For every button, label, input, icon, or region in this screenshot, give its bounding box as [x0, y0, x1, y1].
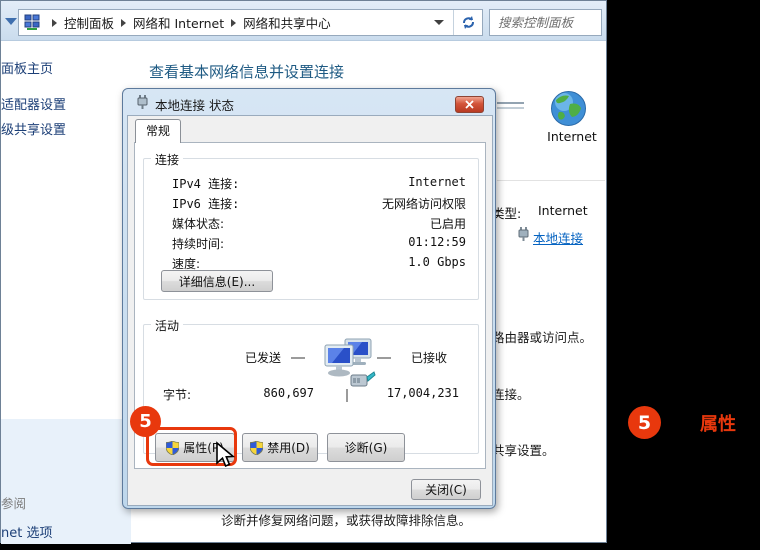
refresh-button[interactable]	[453, 10, 482, 35]
access-type-label: 类型:	[492, 203, 521, 222]
bytes-sent-value: 860,697	[234, 386, 314, 400]
connection-plug-icon	[518, 227, 529, 241]
disable-button-label: 禁用(D)	[267, 439, 310, 456]
screenshot-root: 控制面板 网络和 Internet 网络和共享中心	[0, 0, 760, 550]
activity-group-label: 活动	[151, 317, 183, 334]
step-badge-on-dialog: 5	[130, 406, 161, 437]
row-value-ipv6: 无网络访问权限	[382, 195, 466, 212]
local-connection-link[interactable]: 本地连接	[533, 228, 583, 247]
network-map-line	[497, 107, 524, 109]
row-value-media-state: 已启用	[430, 215, 466, 232]
row-value-duration: 01:12:59	[408, 235, 466, 249]
tab-page-general: 连接 IPv4 连接: Internet IPv6 连接: 无网络访问权限 媒体状态…	[134, 142, 486, 469]
refresh-icon	[461, 15, 476, 30]
tab-general[interactable]: 常规	[135, 119, 181, 143]
connection-groupbox: 连接 IPv4 连接:Internet IPv6 连接:无网络访问权限 媒体状态…	[143, 158, 479, 300]
connection-plug-icon	[137, 95, 148, 109]
uac-shield-icon	[250, 441, 263, 455]
row-label-duration: 持续时间:	[172, 235, 224, 252]
row-label-ipv6: IPv6 连接:	[172, 195, 239, 212]
search-input[interactable]: 搜索控制面板	[489, 9, 602, 36]
bytes-received-value: 17,004,231	[379, 386, 459, 400]
connector-dash	[377, 357, 391, 359]
bytes-label: 字节:	[163, 386, 191, 403]
text-connect-sliver: 连接。	[492, 384, 530, 403]
connection-group-label: 连接	[151, 151, 183, 168]
section-divider	[497, 180, 605, 181]
nav-history-chevron-icon[interactable]	[5, 18, 17, 25]
step-badge-callout: 5	[628, 406, 661, 439]
breadcrumb-arrow-icon	[121, 19, 126, 27]
value-divider	[346, 389, 348, 402]
text-router-sliver: 路由器或访问点。	[492, 327, 592, 346]
diagnose-button[interactable]: 诊断(G)	[327, 433, 405, 462]
breadcrumb-arrow-icon	[231, 19, 236, 27]
internet-node-label: Internet	[544, 129, 600, 144]
received-label: 已接收	[411, 349, 447, 366]
diagnose-button-label: 诊断(G)	[345, 439, 388, 456]
address-bar[interactable]: 控制面板 网络和 Internet 网络和共享中心	[18, 9, 483, 36]
connector-dash	[291, 357, 305, 359]
close-button[interactable]	[455, 96, 484, 113]
sidebar: 面板主页 适配器设置 级共享设置 参阅 net 选项	[1, 42, 131, 544]
breadcrumb-control-panel[interactable]: 控制面板	[64, 13, 114, 32]
network-center-icon	[24, 14, 41, 31]
sidebar-item-sharing-settings[interactable]: 级共享设置	[1, 119, 66, 138]
close-icon	[465, 100, 474, 109]
network-map-line	[497, 102, 524, 104]
address-dropdown-icon[interactable]	[434, 20, 444, 25]
breadcrumb-arrow-icon	[52, 19, 57, 27]
dialog-title: 本地连接 状态	[155, 95, 234, 114]
row-value-ipv4: Internet	[408, 175, 466, 189]
row-label-media-state: 媒体状态:	[172, 215, 224, 232]
sidebar-item-adapter-settings[interactable]: 适配器设置	[1, 94, 66, 113]
text-troubleshoot: 诊断并修复网络问题，或获得故障排除信息。	[221, 510, 471, 529]
row-label-ipv4: IPv4 连接:	[172, 175, 239, 192]
sidebar-item-home[interactable]: 面板主页	[1, 58, 53, 77]
row-value-speed: 1.0 Gbps	[408, 255, 466, 269]
page-title: 查看基本网络信息并设置连接	[149, 61, 344, 82]
mouse-cursor-icon	[213, 441, 235, 469]
close-dialog-button[interactable]: 关闭(C)	[411, 479, 481, 500]
breadcrumb-network-internet[interactable]: 网络和 Internet	[133, 13, 224, 32]
dialog-titlebar[interactable]: 本地连接 状态	[123, 89, 495, 115]
computers-activity-icon	[318, 335, 376, 393]
window-chrome: 控制面板 网络和 Internet 网络和共享中心	[1, 1, 606, 41]
disable-button[interactable]: 禁用(D)	[242, 433, 318, 462]
sidebar-item-internet-options[interactable]: net 选项	[1, 522, 52, 541]
callout-properties-label: 属性	[700, 410, 736, 436]
sidebar-see-also-label: 参阅	[1, 493, 26, 512]
sent-label: 已发送	[245, 349, 281, 366]
close-dialog-button-label: 关闭(C)	[425, 481, 467, 498]
breadcrumb-network-sharing[interactable]: 网络和共享中心	[243, 13, 331, 32]
access-type-value: Internet	[538, 203, 588, 218]
text-sharing-sliver: 共享设置。	[492, 440, 555, 459]
internet-globe-icon	[550, 90, 587, 127]
details-button[interactable]: 详细信息(E)...	[161, 270, 273, 292]
